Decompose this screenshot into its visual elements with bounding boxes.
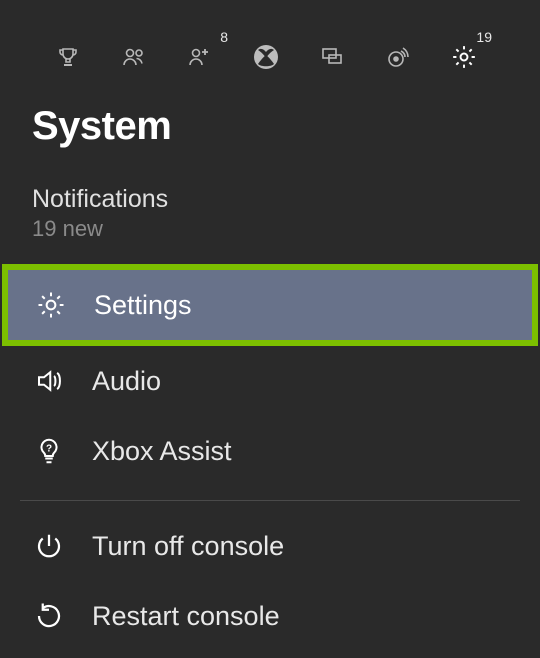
chat-icon xyxy=(320,45,344,69)
broadcast-icon xyxy=(386,45,410,69)
menu-settings[interactable]: Settings xyxy=(8,270,532,340)
xbox-icon xyxy=(253,44,279,70)
settings-badge: 19 xyxy=(476,29,492,45)
notifications-subtitle: 19 new xyxy=(32,216,540,242)
system-menu: Settings Audio ? Xbox Assist xyxy=(0,264,540,651)
notifications-block[interactable]: Notifications 19 new xyxy=(0,149,540,242)
menu-label: Xbox Assist xyxy=(92,436,232,467)
gear-icon xyxy=(34,288,68,322)
nav-friends[interactable] xyxy=(120,43,148,71)
top-nav: 8 xyxy=(0,0,540,80)
nav-achievements[interactable] xyxy=(54,43,82,71)
nav-messages[interactable] xyxy=(318,43,346,71)
nav-xbox[interactable] xyxy=(252,43,280,71)
lightbulb-icon: ? xyxy=(32,434,66,468)
menu-turn-off[interactable]: Turn off console xyxy=(0,511,540,581)
notifications-title: Notifications xyxy=(32,185,540,214)
menu-divider xyxy=(20,500,520,501)
menu-audio[interactable]: Audio xyxy=(0,346,540,416)
power-icon xyxy=(32,529,66,563)
menu-label: Restart console xyxy=(92,601,280,632)
svg-text:?: ? xyxy=(46,444,52,455)
menu-restart[interactable]: Restart console xyxy=(0,581,540,651)
restart-icon xyxy=(32,599,66,633)
party-badge: 8 xyxy=(220,29,228,45)
speaker-icon xyxy=(32,364,66,398)
nav-party[interactable]: 8 xyxy=(186,43,214,71)
trophy-icon xyxy=(56,45,80,69)
gear-icon xyxy=(451,44,477,70)
page-title: System xyxy=(0,80,540,149)
party-icon xyxy=(187,45,213,69)
menu-label: Settings xyxy=(94,290,192,321)
menu-label: Turn off console xyxy=(92,531,284,562)
people-icon xyxy=(121,45,147,69)
menu-xbox-assist[interactable]: ? Xbox Assist xyxy=(0,416,540,486)
menu-label: Audio xyxy=(92,366,161,397)
nav-settings[interactable]: 19 xyxy=(450,43,478,71)
nav-broadcast[interactable] xyxy=(384,43,412,71)
selection-highlight: Settings xyxy=(2,264,538,346)
